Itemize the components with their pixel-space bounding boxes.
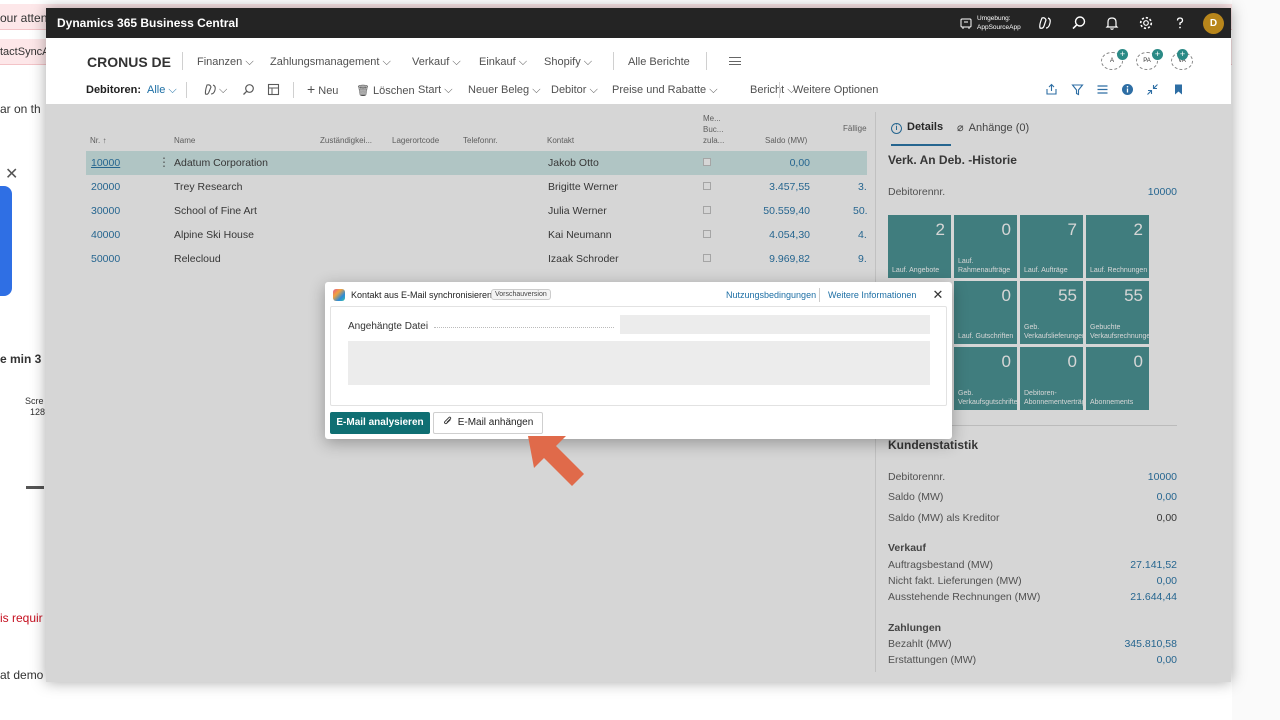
plus-icon[interactable]: +: [1117, 49, 1128, 60]
top-bar: Dynamics 365 Business Central Umgebung: …: [46, 8, 1231, 38]
dialog-content: Angehängte Datei: [330, 306, 947, 406]
new-button[interactable]: + Neu: [307, 81, 339, 97]
link-divider: [819, 288, 820, 302]
background-card: [0, 186, 12, 296]
annotation-arrow-icon: [528, 436, 584, 486]
attach-email-label: E-Mail anhängen: [457, 417, 534, 428]
plus-icon: +: [307, 81, 316, 97]
nav-item-label: Verkauf: [412, 56, 450, 68]
copilot-icon[interactable]: [204, 83, 217, 96]
attached-file-field[interactable]: [620, 315, 930, 334]
environment-name: AppSourceApp: [977, 24, 1021, 31]
delete-button[interactable]: 🗑 Löschen: [356, 84, 415, 97]
nav-item-finanzen[interactable]: Finanzen ⌵: [197, 56, 254, 69]
paperclip-icon: [443, 416, 451, 425]
analyze-email-button[interactable]: E-Mail analysieren: [330, 412, 430, 434]
nav-item-label: Einkauf: [479, 56, 516, 68]
background-text: is requir: [0, 611, 43, 625]
customer-menu[interactable]: Debitor ⌵: [551, 84, 598, 97]
bookmark-icon[interactable]: [1172, 83, 1185, 96]
user-avatar[interactable]: D: [1203, 13, 1224, 34]
new-document-label: Neuer Beleg: [468, 84, 530, 96]
close-icon[interactable]: ✕: [930, 287, 946, 303]
nav-item-verkauf[interactable]: Verkauf ⌵: [412, 56, 461, 69]
list-view-icon[interactable]: [1096, 83, 1109, 96]
prices-discounts-label: Preise und Rabatte: [612, 84, 707, 96]
nav-item-shopify[interactable]: Shopify ⌵: [544, 56, 592, 69]
report-menu[interactable]: Bericht ⌵: [750, 84, 796, 97]
bell-icon[interactable]: [1104, 15, 1120, 31]
background-text: e min 3: [0, 352, 42, 366]
copilot-icon: [333, 289, 345, 301]
share-icon[interactable]: [1045, 83, 1058, 96]
help-icon[interactable]: [1172, 15, 1188, 31]
background-text: at demo: [0, 668, 44, 682]
page-caption: Debitoren:: [86, 84, 141, 96]
app-title[interactable]: Dynamics 365 Business Central: [57, 16, 238, 30]
environment-label[interactable]: Umgebung: AppSourceApp: [977, 14, 1021, 32]
preview-badge: Vorschauversion: [491, 289, 551, 300]
new-document-menu[interactable]: Neuer Beleg ⌵: [468, 84, 541, 97]
delete-button-label: Löschen: [373, 85, 415, 97]
copilot-dialog: Kontakt aus E-Mail synchronisieren Vorsc…: [325, 282, 952, 439]
background-divider: [26, 486, 44, 489]
more-info-link[interactable]: Weitere Informationen: [828, 290, 916, 300]
dialog-title: Kontakt aus E-Mail synchronisieren: [351, 290, 493, 300]
start-menu[interactable]: Start ⌵: [418, 84, 453, 97]
action-divider: [779, 82, 780, 98]
environment-icon: [960, 18, 972, 29]
plus-icon[interactable]: +: [1152, 49, 1163, 60]
nav-item-zahlungsmanagement[interactable]: Zahlungsmanagement ⌵: [270, 56, 391, 69]
attached-file-label: Angehängte Datei: [348, 321, 429, 332]
background-edge: [1232, 0, 1280, 720]
close-icon[interactable]: ✕: [5, 164, 18, 184]
copilot-icon[interactable]: [1037, 15, 1053, 31]
nav-item-label: Finanzen: [197, 56, 243, 68]
nav-divider: [706, 52, 707, 70]
collapse-icon[interactable]: [1146, 83, 1159, 96]
filter-icon[interactable]: [1071, 83, 1084, 96]
background-text: Scre: [25, 396, 44, 406]
chevron-down-icon[interactable]: ⌵: [219, 84, 227, 97]
nav-item-einkauf[interactable]: Einkauf ⌵: [479, 56, 527, 69]
gear-icon[interactable]: [1138, 15, 1154, 31]
new-button-label: Neu: [318, 85, 339, 97]
search-icon[interactable]: [242, 83, 255, 96]
action-divider: [186, 82, 187, 98]
background-text: 128: [30, 407, 46, 417]
nav-divider: [613, 52, 614, 70]
plus-icon[interactable]: +: [1177, 49, 1188, 60]
terms-link[interactable]: Nutzungsbedingungen: [726, 290, 816, 300]
environment-caption: Umgebung:: [977, 15, 1011, 22]
customer-menu-label: Debitor: [551, 84, 587, 96]
trash-icon: 🗑: [356, 85, 370, 97]
nav-divider: [182, 52, 183, 70]
search-icon[interactable]: [1071, 15, 1087, 31]
background-text: tactSyncA: [0, 46, 50, 58]
menu-icon[interactable]: [729, 57, 741, 65]
field-leader: [434, 327, 614, 328]
filter-value: Alle: [147, 84, 166, 96]
nav-item-alle-berichte[interactable]: Alle Berichte: [628, 56, 690, 68]
company-name[interactable]: CRONUS DE: [87, 54, 171, 70]
edit-list-icon[interactable]: [267, 83, 280, 96]
background-text: our attent: [0, 11, 51, 25]
prices-discounts-menu[interactable]: Preise und Rabatte ⌵: [612, 84, 718, 97]
info-icon[interactable]: [1121, 83, 1134, 96]
start-menu-label: Start: [418, 84, 442, 96]
background-text: ar on th: [0, 102, 41, 116]
email-content-area[interactable]: [348, 341, 930, 385]
nav-item-label: Shopify: [544, 56, 581, 68]
action-divider: [293, 82, 294, 98]
more-options-button[interactable]: Weitere Optionen: [793, 84, 878, 96]
filter-dropdown[interactable]: Alle ⌵: [147, 84, 177, 97]
nav-item-label: Zahlungsmanagement: [270, 56, 380, 68]
